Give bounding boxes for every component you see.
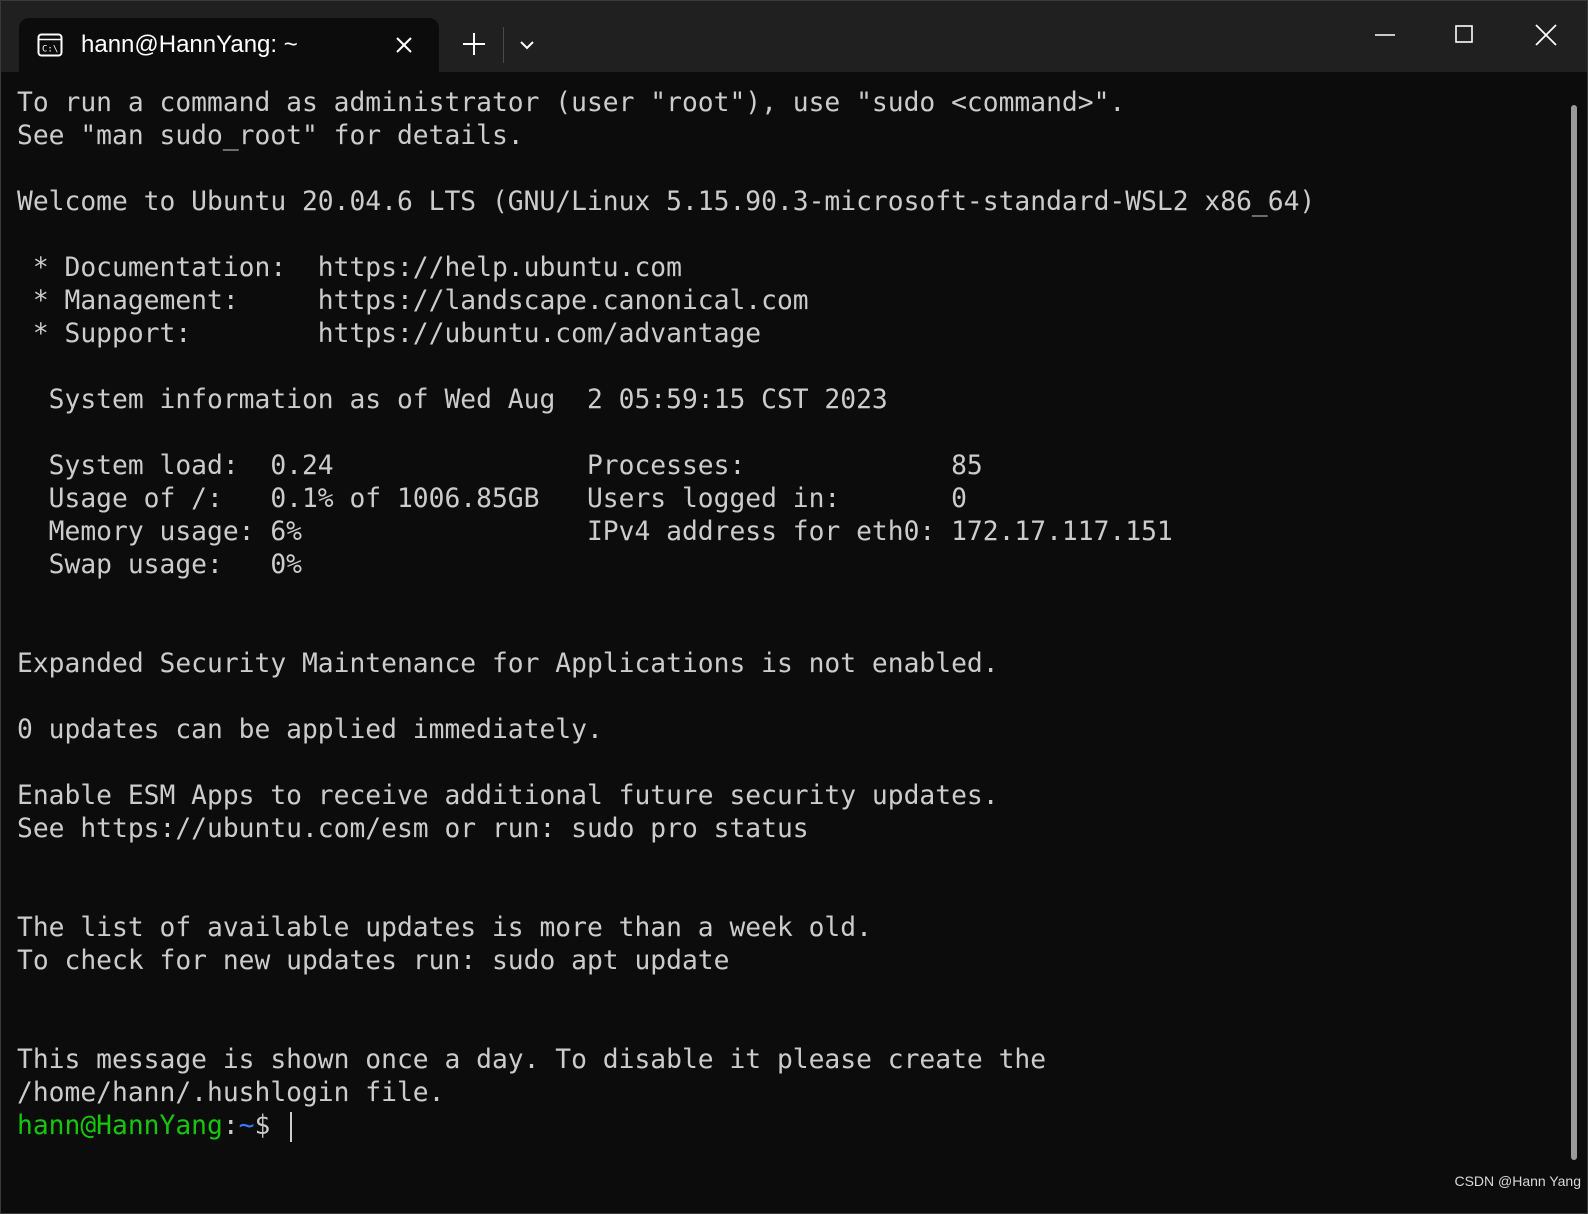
terminal-line: This message is shown once a day. To dis… [17,1045,1047,1075]
scrollbar-thumb[interactable] [1571,105,1577,1160]
terminal-line: System load: 0.24 Processes: 85 [17,451,983,481]
terminal-line: /home/hann/.hushlogin file. [17,1078,445,1108]
terminal-line: 0 updates can be applied immediately. [17,715,603,745]
terminal-line: * Support: https://ubuntu.com/advantage [17,319,762,349]
text-cursor [290,1111,293,1142]
terminal-window: C:\ hann@HannYang: ~ To run a command as… [0,0,1588,1214]
scrollbar-track[interactable] [1567,72,1587,1213]
terminal-line: To check for new updates run: sudo apt u… [17,946,730,976]
maximize-icon[interactable] [1445,15,1485,55]
terminal-line: Expanded Security Maintenance for Applic… [17,649,999,679]
prompt-symbol: $ [254,1111,287,1141]
prompt-path: ~ [238,1111,255,1141]
terminal-line: Swap usage: 0% [17,550,302,580]
chevron-down-icon[interactable] [513,31,541,59]
terminal-line: * Documentation: https://help.ubuntu.com [17,253,682,283]
close-tab-icon[interactable] [391,32,417,58]
close-icon[interactable] [1526,15,1566,55]
minimize-icon[interactable] [1365,15,1405,55]
svg-text:C:\: C:\ [42,45,58,55]
terminal-line: Memory usage: 6% IPv4 address for eth0: … [17,517,1173,547]
prompt-colon: : [222,1111,239,1141]
title-bar: C:\ hann@HannYang: ~ [1,1,1587,72]
tab-terminal[interactable]: C:\ hann@HannYang: ~ [19,18,439,72]
terminal-line: * Management: https://landscape.canonica… [17,286,809,316]
terminal-line: Welcome to Ubuntu 20.04.6 LTS (GNU/Linux… [17,187,1316,217]
terminal-line: Usage of /: 0.1% of 1006.85GB Users logg… [17,484,967,514]
terminal-line: To run a command as administrator (user … [17,88,1126,118]
watermark: CSDN @Hann Yang [1454,1173,1581,1189]
terminal-line: The list of available updates is more th… [17,913,872,943]
tab-title: hann@HannYang: ~ [81,31,298,58]
terminal-line: System information as of Wed Aug 2 05:59… [17,385,888,415]
plus-icon[interactable] [457,27,491,61]
prompt-user-host: hann@HannYang [17,1111,223,1141]
terminal-line: Enable ESM Apps to receive additional fu… [17,781,999,811]
terminal-output[interactable]: To run a command as administrator (user … [1,72,1567,1213]
prompt-line[interactable]: hann@HannYang:~$ [17,1110,1315,1143]
terminal-lines: To run a command as administrator (user … [17,87,1315,1143]
terminal-line: See "man sudo_root" for details. [17,121,524,151]
terminal-line: See https://ubuntu.com/esm or run: sudo … [17,814,809,844]
tab-divider [503,27,504,63]
terminal-icon: C:\ [37,33,63,57]
